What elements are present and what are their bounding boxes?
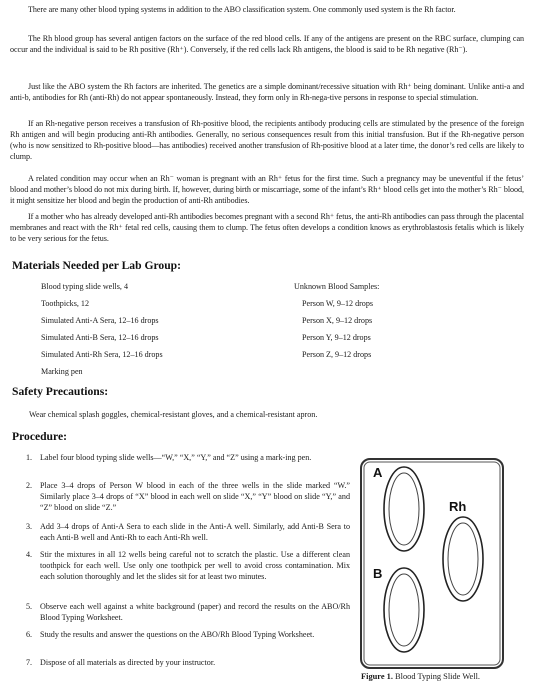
step-number: 7.	[26, 658, 33, 667]
materials-heading: Materials Needed per Lab Group:	[12, 259, 181, 272]
procedure-step: 1. Label four blood typing slide wells—“…	[26, 452, 350, 463]
step-text: Place 3–4 drops of Person W blood in eac…	[40, 481, 350, 512]
procedure-heading: Procedure:	[12, 430, 67, 443]
material-item: Simulated Anti-Rh Sera, 12–16 drops	[41, 350, 163, 359]
procedure-step: 6. Study the results and answer the ques…	[26, 629, 350, 640]
figure-caption: Figure 1. Blood Typing Slide Well.	[361, 672, 480, 681]
well-label-rh: Rh	[449, 499, 467, 514]
step-number: 5.	[26, 602, 33, 611]
intro-paragraph-5: A related condition may occur when an Rh…	[10, 174, 524, 205]
step-number: 2.	[26, 481, 33, 490]
intro-paragraph-6: If a mother who has already developed an…	[10, 212, 524, 243]
well-a	[383, 466, 425, 552]
intro-paragraph-1: There are many other blood typing system…	[28, 5, 456, 14]
sample-item: Person X, 9–12 drops	[302, 316, 373, 325]
well-rh	[442, 516, 484, 602]
step-text: Dispose of all materials as directed by …	[40, 658, 216, 667]
figure-caption-number: Figure 1.	[361, 672, 393, 681]
material-item: Simulated Anti-B Sera, 12–16 drops	[41, 333, 159, 342]
safety-text: Wear chemical splash goggles, chemical-r…	[29, 410, 318, 419]
material-item: Marking pen	[41, 367, 83, 376]
step-text: Add 3–4 drops of Anti-A Sera to each sli…	[40, 522, 350, 542]
well-label-b: B	[373, 566, 383, 581]
step-text: Label four blood typing slide wells—“W,”…	[40, 453, 312, 462]
intro-paragraph-2: The Rh blood group has several antigen f…	[10, 34, 524, 54]
procedure-step: 5. Observe each well against a white bac…	[26, 601, 350, 623]
material-item: Simulated Anti-A Sera, 12–16 drops	[41, 316, 159, 325]
figure-caption-text: Blood Typing Slide Well.	[392, 672, 481, 681]
unknown-samples-heading: Unknown Blood Samples:	[294, 282, 380, 291]
well-b	[383, 567, 425, 653]
safety-heading: Safety Precautions:	[12, 385, 109, 398]
step-text: Observe each well against a white backgr…	[40, 602, 350, 622]
slide-well-diagram	[383, 466, 484, 653]
procedure-step: 7. Dispose of all materials as directed …	[26, 657, 350, 668]
step-number: 4.	[26, 550, 33, 559]
well-label-a: A	[373, 465, 383, 480]
intro-paragraph-4: If an Rh-negative person receives a tran…	[10, 119, 524, 161]
material-item: Blood typing slide wells, 4	[41, 282, 129, 291]
step-number: 3.	[26, 522, 33, 531]
sample-item: Person Y, 9–12 drops	[302, 333, 371, 342]
intro-paragraph-3: Just like the ABO system the Rh factors …	[10, 82, 524, 102]
step-number: 1.	[26, 453, 33, 462]
step-text: Stir the mixtures in all 12 wells being …	[40, 550, 350, 581]
sample-item: Person Z, 9–12 drops	[302, 350, 372, 359]
step-text: Study the results and answer the questio…	[40, 630, 315, 639]
procedure-step: 4. Stir the mixtures in all 12 wells bei…	[26, 549, 350, 582]
procedure-step: 3. Add 3–4 drops of Anti-A Sera to each …	[26, 521, 350, 543]
sample-item: Person W, 9–12 drops	[302, 299, 374, 308]
procedure-step: 2. Place 3–4 drops of Person W blood in …	[26, 480, 350, 513]
step-number: 6.	[26, 630, 33, 639]
material-item: Toothpicks, 12	[41, 299, 89, 308]
